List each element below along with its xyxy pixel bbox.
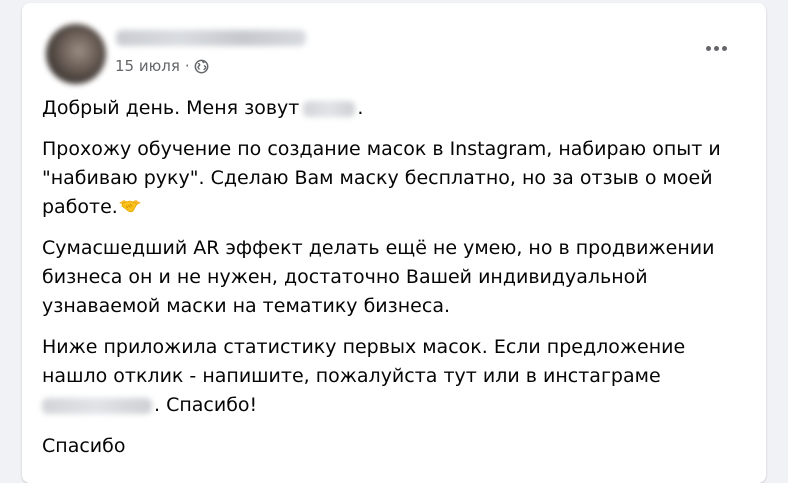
greeting-end: . bbox=[357, 97, 364, 119]
offer-text: Прохожу обучение по создание масок в Ins… bbox=[42, 138, 721, 218]
ar-text: Сумасшедший AR эффект делать ещё не умею… bbox=[42, 237, 715, 317]
paragraph-offer: Прохожу обучение по создание масок в Ins… bbox=[42, 135, 742, 222]
post-body: Добрый день. Меня зовут. Прохожу обучени… bbox=[42, 94, 742, 473]
greeting-text: Добрый день. Меня зовут bbox=[42, 97, 300, 119]
post-meta: 15 июля · bbox=[115, 57, 209, 75]
meta-separator: · bbox=[184, 57, 190, 75]
redacted-name bbox=[303, 100, 356, 117]
contact-text: Ниже приложила статистику первых масок. … bbox=[42, 336, 686, 387]
avatar[interactable] bbox=[46, 24, 106, 84]
contact-end: . Спасибо! bbox=[154, 394, 258, 416]
more-dot bbox=[721, 45, 727, 51]
post-date[interactable]: 15 июля bbox=[115, 57, 180, 75]
more-dot bbox=[713, 45, 719, 51]
more-options-button[interactable] bbox=[702, 34, 730, 62]
paragraph-thanks: Спасибо bbox=[42, 432, 742, 461]
more-dot bbox=[705, 45, 711, 51]
paragraph-contact: Ниже приложила статистику первых масок. … bbox=[42, 333, 742, 420]
redacted-instagram-handle bbox=[42, 397, 152, 414]
paragraph-ar: Сумасшедший AR эффект делать ещё не умею… bbox=[42, 234, 742, 321]
thanks-text: Спасибо bbox=[42, 435, 126, 457]
globe-icon[interactable] bbox=[194, 59, 209, 74]
author-name-redacted[interactable] bbox=[116, 30, 306, 46]
handshake-emoji bbox=[118, 200, 141, 213]
paragraph-greeting: Добрый день. Меня зовут. bbox=[42, 94, 742, 123]
